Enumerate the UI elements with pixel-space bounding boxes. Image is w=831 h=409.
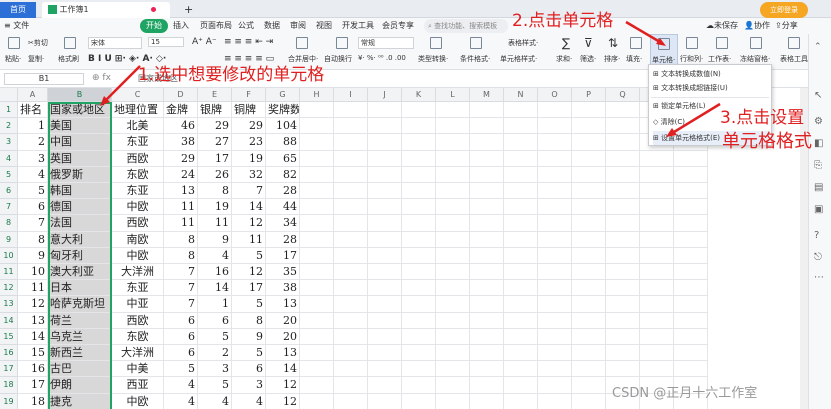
- arrow-2: [625, 20, 661, 44]
- annotation-step-2: 2.点击单元格: [512, 11, 614, 31]
- annotation-arrows: [100, 20, 721, 137]
- watermark: CSDN @正月十六工作室: [612, 386, 758, 401]
- annotation-step-1: 1.选中想要修改的单元格: [138, 65, 325, 85]
- annotation-step-3-line-2: 单元格格式: [722, 131, 812, 152]
- arrow-3: [673, 102, 721, 134]
- arrow-1: [105, 65, 141, 101]
- annotation-step-3: 3.点击设置: [720, 108, 805, 128]
